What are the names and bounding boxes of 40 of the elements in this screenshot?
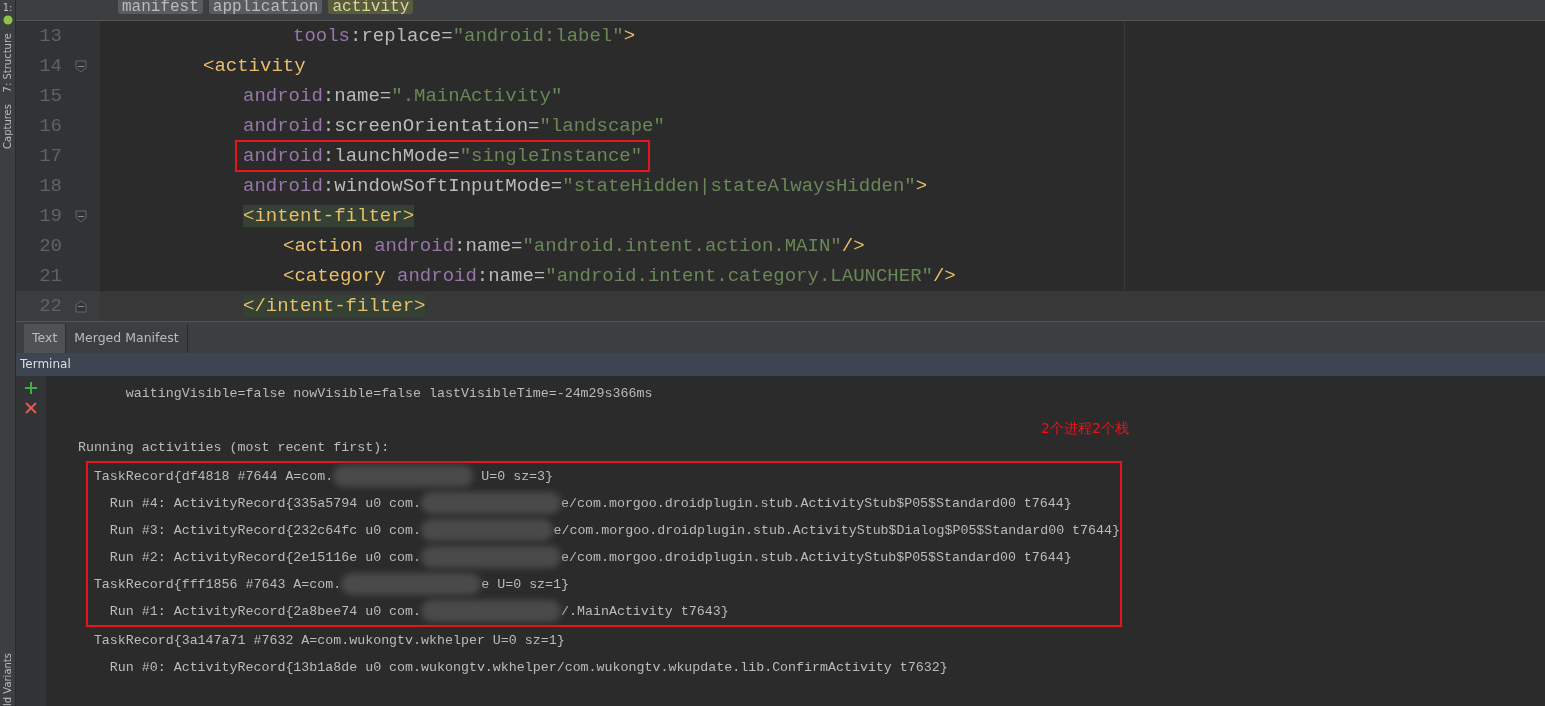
- code-line: android:windowSoftInputMode="stateHidden|stateAlwaysHidden">: [243, 173, 928, 199]
- code-line: android:screenOrientation="landscape": [243, 113, 665, 139]
- terminal-text: Run #1: ActivityRecord{2a8bee74 u0 com.: [108, 603, 422, 621]
- code-line: android:name=".MainActivity": [243, 83, 563, 109]
- terminal-text: Run #0: ActivityRecord{13b1a8de u0 com.wukongtv.wkhelper/com.wukongtv.wkupdate.lib.ConfirmActivity t7632}: [108, 659, 948, 677]
- close-icon[interactable]: [25, 402, 37, 414]
- annotation-text: 2个进程2个栈: [1041, 419, 1129, 438]
- terminal-text: e/com.morgoo.droidplugin.stub.ActivityStub$P05$Standard00 t7644}: [561, 495, 1072, 513]
- code-line: tools:replace="android:label">: [293, 23, 636, 49]
- terminal-text: Run #2: ActivityRecord{2e15116e u0 com.: [108, 549, 422, 567]
- terminal-text: e/com.morgoo.droidplugin.stub.ActivityStub$P05$Standard00 t7644}: [561, 549, 1072, 567]
- editor-tab[interactable]: Text: [24, 324, 67, 353]
- tool-window-tab[interactable]: Captures: [0, 104, 15, 150]
- fold-marker-icon[interactable]: [75, 209, 87, 223]
- code-line: <category android:name="android.intent.category.LAUNCHER"/>: [283, 263, 956, 289]
- terminal-text: TaskRecord{fff1856 #7643 A=com.: [92, 576, 342, 594]
- terminal-text: Run #4: ActivityRecord{335a5794 u0 com.: [108, 495, 422, 513]
- tool-window-tab[interactable]: ld Variants: [0, 653, 15, 706]
- breadcrumb[interactable]: application: [208, 0, 323, 14]
- fold-marker-icon[interactable]: [75, 299, 87, 313]
- terminal-text: Run #3: ActivityRecord{232c64fc u0 com.: [108, 522, 422, 540]
- code-line: android:launchMode="singleInstance": [243, 143, 643, 169]
- tool-window-label[interactable]: 1:: [2, 0, 13, 15]
- breadcrumb[interactable]: manifest: [118, 0, 203, 14]
- tool-window-tab[interactable]: 7: Structure: [0, 33, 15, 93]
- terminal-text: waitingVisible=false nowVisible=false lastVisibleTime=-24m29s366ms: [124, 385, 653, 403]
- panel-title: Terminal: [20, 357, 71, 371]
- android-icon[interactable]: [2, 15, 13, 25]
- terminal-text: Running activities (most recent first):: [76, 439, 390, 457]
- terminal-text: e U=0 sz=1}: [481, 576, 570, 594]
- terminal-text: TaskRecord{df4818 #7644 A=com.: [92, 468, 334, 486]
- code-line: <activity: [203, 53, 306, 79]
- code-line: <action android:name="android.intent.action.MAIN"/>: [283, 233, 865, 259]
- add-icon[interactable]: [25, 382, 37, 394]
- terminal-text: U=0 sz=3}: [480, 468, 554, 486]
- breadcrumb[interactable]: activity: [328, 0, 414, 14]
- terminal-text: /.MainActivity t7643}: [561, 603, 729, 621]
- terminal-text: e/com.morgoo.droidplugin.stub.ActivityStub$Dialog$P05$Standard00 t7644}: [553, 522, 1120, 540]
- fold-marker-icon[interactable]: [75, 59, 87, 73]
- terminal-text: TaskRecord{3a147a71 #7632 A=com.wukongtv.wkhelper U=0 sz=1}: [92, 632, 565, 650]
